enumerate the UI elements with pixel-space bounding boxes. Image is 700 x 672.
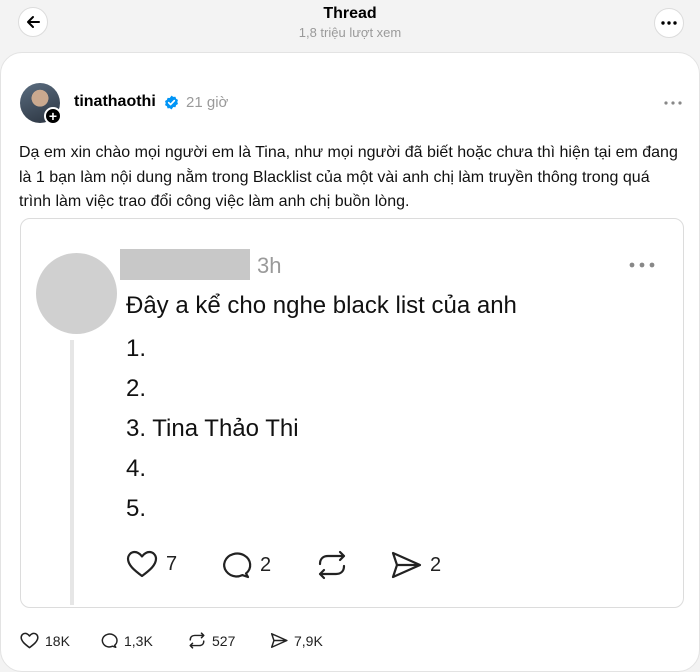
more-icon[interactable] bbox=[629, 262, 655, 268]
header-more-button[interactable] bbox=[654, 8, 684, 38]
quoted-share-button[interactable]: 2 bbox=[390, 550, 441, 580]
thread-line bbox=[70, 340, 74, 605]
post-text: Dạ em xin chào mọi người em là Tina, như… bbox=[19, 144, 678, 210]
list-item-5: 5. bbox=[126, 495, 147, 522]
quoted-like-count: 7 bbox=[166, 552, 178, 575]
repost-icon bbox=[189, 632, 205, 649]
comment-icon bbox=[101, 633, 118, 648]
quoted-comment-count: 2 bbox=[260, 553, 272, 576]
top-bar: Thread 1,8 triệu lượt xem bbox=[0, 0, 700, 52]
heart-icon bbox=[20, 632, 39, 649]
repost-count: 527 bbox=[212, 632, 236, 649]
share-icon bbox=[391, 551, 422, 579]
like-button[interactable]: 18K bbox=[20, 632, 70, 649]
quoted-avatar bbox=[36, 253, 117, 334]
username[interactable]: tinathaothi bbox=[74, 93, 156, 111]
list-item-2: 2. bbox=[126, 375, 147, 402]
list-item-1: 1. bbox=[126, 335, 147, 362]
comment-icon bbox=[223, 552, 252, 579]
quoted-repost-button[interactable] bbox=[316, 550, 356, 580]
post-time: 21 giờ bbox=[186, 94, 229, 111]
share-button[interactable]: 7,9K bbox=[270, 632, 323, 649]
quoted-time: 3h bbox=[257, 253, 282, 278]
repost-button[interactable]: 527 bbox=[188, 632, 235, 649]
quoted-comment-button[interactable]: 2 bbox=[220, 550, 271, 580]
view-count: 1,8 triệu lượt xem bbox=[298, 25, 402, 40]
share-count: 7,9K bbox=[294, 632, 323, 649]
list-item-4: 4. bbox=[126, 455, 147, 482]
comment-count: 1,3K bbox=[124, 632, 153, 649]
quoted-share-count: 2 bbox=[430, 553, 442, 576]
heart-icon bbox=[126, 550, 158, 578]
repost-icon bbox=[318, 550, 346, 580]
quoted-like-button[interactable]: 7 bbox=[126, 550, 177, 578]
list-item-3: 3. Tina Thảo Thi bbox=[126, 415, 299, 442]
more-icon[interactable] bbox=[664, 101, 682, 105]
quoted-line-intro: Đây a kể cho nghe black list của anh bbox=[126, 292, 517, 319]
share-icon bbox=[270, 633, 288, 648]
like-count: 18K bbox=[45, 632, 70, 649]
follow-plus-icon[interactable]: + bbox=[44, 107, 62, 125]
comment-button[interactable]: 1,3K bbox=[100, 632, 153, 649]
verified-icon bbox=[165, 95, 178, 110]
page-title: Thread bbox=[323, 5, 377, 22]
more-icon bbox=[661, 21, 677, 25]
blurred-username bbox=[120, 249, 250, 280]
